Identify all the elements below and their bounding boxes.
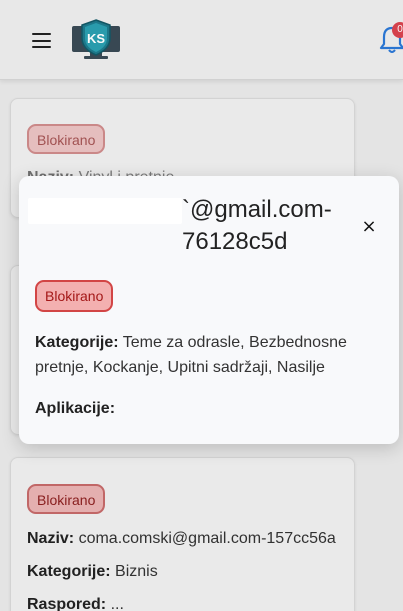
apps-row: Aplikacije: xyxy=(35,396,115,421)
close-icon[interactable]: × xyxy=(359,216,379,238)
categories-row: Kategorije: Teme za odrasle, Bezbednosne… xyxy=(35,330,365,380)
categories-label: Kategorije: xyxy=(35,334,119,351)
status-badge: Blokirano xyxy=(35,280,114,312)
apps-label: Aplikacije: xyxy=(35,400,116,417)
detail-modal: `@gmail.com-76128c5d × Blokirano Kategor… xyxy=(19,176,399,444)
redacted-area xyxy=(28,198,182,224)
